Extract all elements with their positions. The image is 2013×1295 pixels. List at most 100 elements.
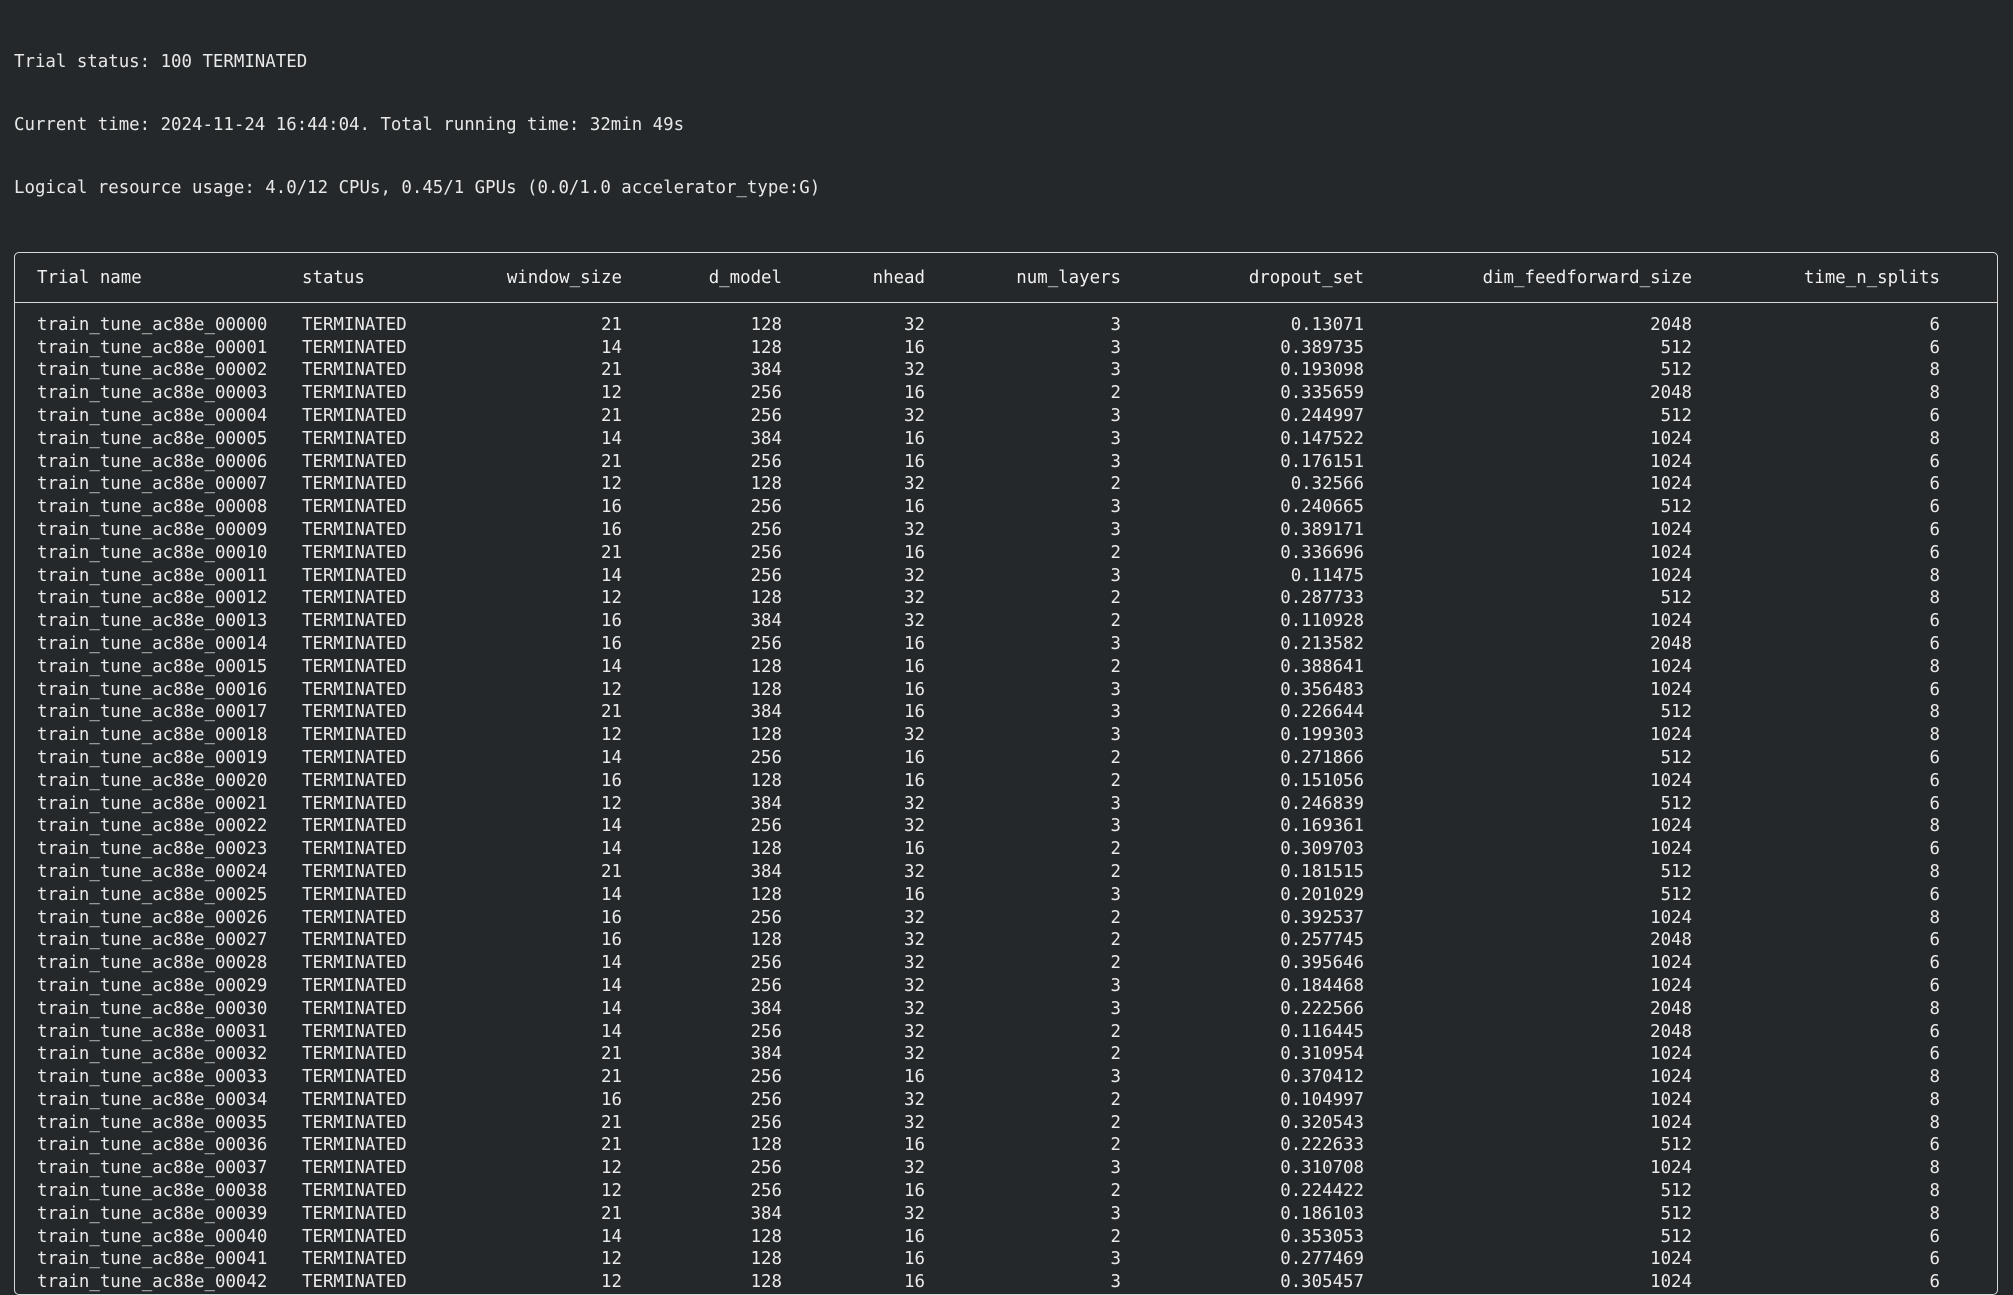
cell-nhead: 32 (810, 975, 951, 998)
cell-time-n-splits: 8 (1750, 1180, 1982, 1203)
cell-trial-name: train_tune_ac88e_00017 (15, 701, 302, 724)
cell-time-n-splits: 8 (1750, 1112, 1982, 1135)
cell-status: TERMINATED (302, 701, 462, 724)
cell-num-layers: 3 (951, 975, 1179, 998)
cell-dropout-set: 0.13071 (1179, 302, 1402, 336)
cell-d-model: 384 (652, 428, 810, 451)
cell-num-layers: 3 (951, 793, 1179, 816)
cell-dropout-set: 0.335659 (1179, 382, 1402, 405)
table-row: train_tune_ac88e_00004TERMINATED21256323… (15, 405, 1998, 428)
cell-dim-feedforward-size: 1024 (1402, 679, 1750, 702)
cell-nhead: 32 (810, 793, 951, 816)
cell-iter: 3062 (1982, 337, 1998, 360)
cell-dropout-set: 0.32566 (1179, 473, 1402, 496)
cell-time-n-splits: 8 (1750, 656, 1982, 679)
cell-dropout-set: 0.388641 (1179, 656, 1402, 679)
cell-time-n-splits: 8 (1750, 565, 1982, 588)
cell-status: TERMINATED (302, 1271, 462, 1294)
cell-dim-feedforward-size: 1024 (1402, 815, 1750, 838)
cell-d-model: 128 (652, 473, 810, 496)
cell-iter: 1500 (1982, 1203, 1998, 1226)
cell-d-model: 256 (652, 382, 810, 405)
cell-dim-feedforward-size: 512 (1402, 793, 1750, 816)
cell-window-size: 16 (462, 907, 652, 930)
cell-status: TERMINATED (302, 884, 462, 907)
cell-trial-name: train_tune_ac88e_00012 (15, 587, 302, 610)
cell-dim-feedforward-size: 1024 (1402, 952, 1750, 975)
cell-window-size: 16 (462, 519, 652, 542)
cell-dim-feedforward-size: 2048 (1402, 382, 1750, 405)
cell-time-n-splits: 6 (1750, 679, 1982, 702)
cell-d-model: 384 (652, 793, 810, 816)
cell-time-n-splits: 6 (1750, 542, 1982, 565)
cell-nhead: 16 (810, 382, 951, 405)
cell-dim-feedforward-size: 1024 (1402, 1089, 1750, 1112)
cell-num-layers: 3 (951, 405, 1179, 428)
cell-iter: 1500 (1982, 907, 1998, 930)
cell-dropout-set: 0.222633 (1179, 1134, 1402, 1157)
cell-window-size: 12 (462, 587, 652, 610)
cell-trial-name: train_tune_ac88e_00025 (15, 884, 302, 907)
trials-table-body: train_tune_ac88e_00000TERMINATED21128323… (15, 302, 1998, 1294)
cell-iter: 2912 (1982, 382, 1998, 405)
cell-window-size: 14 (462, 337, 652, 360)
cell-num-layers: 2 (951, 542, 1179, 565)
cell-num-layers: 2 (951, 1089, 1179, 1112)
cell-time-n-splits: 6 (1750, 975, 1982, 998)
cell-status: TERMINATED (302, 565, 462, 588)
cell-num-layers: 3 (951, 701, 1179, 724)
cell-dim-feedforward-size: 2048 (1402, 998, 1750, 1021)
cell-iter: 3119 (1982, 815, 1998, 838)
cell-time-n-splits: 8 (1750, 428, 1982, 451)
cell-dim-feedforward-size: 1024 (1402, 1112, 1750, 1135)
cell-d-model: 256 (652, 1180, 810, 1203)
cell-time-n-splits: 6 (1750, 610, 1982, 633)
cell-time-n-splits: 6 (1750, 337, 1982, 360)
cell-d-model: 256 (652, 565, 810, 588)
cell-nhead: 16 (810, 542, 951, 565)
cell-time-n-splits: 6 (1750, 473, 1982, 496)
table-row: train_tune_ac88e_00033TERMINATED21256163… (15, 1066, 1998, 1089)
cell-trial-name: train_tune_ac88e_00029 (15, 975, 302, 998)
cell-dropout-set: 0.151056 (1179, 770, 1402, 793)
cell-dropout-set: 0.201029 (1179, 884, 1402, 907)
cell-nhead: 32 (810, 907, 951, 930)
table-row: train_tune_ac88e_00017TERMINATED21384163… (15, 701, 1998, 724)
cell-status: TERMINATED (302, 405, 462, 428)
cell-window-size: 16 (462, 496, 652, 519)
cell-nhead: 32 (810, 929, 951, 952)
cell-iter: 1500 (1982, 405, 1998, 428)
cell-dim-feedforward-size: 512 (1402, 359, 1750, 382)
cell-window-size: 21 (462, 701, 652, 724)
cell-dropout-set: 0.181515 (1179, 861, 1402, 884)
cell-window-size: 14 (462, 975, 652, 998)
table-row: train_tune_ac88e_00040TERMINATED14128162… (15, 1226, 1998, 1249)
cell-trial-name: train_tune_ac88e_00018 (15, 724, 302, 747)
column-header-dim-feedforward-size: dim_feedforward_size (1402, 253, 1750, 302)
table-header-row: Trial name status window_size d_model nh… (15, 253, 1998, 302)
cell-status: TERMINATED (302, 1066, 462, 1089)
table-row: train_tune_ac88e_00015TERMINATED14128162… (15, 656, 1998, 679)
cell-dropout-set: 0.392537 (1179, 907, 1402, 930)
cell-trial-name: train_tune_ac88e_00007 (15, 473, 302, 496)
cell-time-n-splits: 8 (1750, 701, 1982, 724)
cell-dropout-set: 0.240665 (1179, 496, 1402, 519)
cell-trial-name: train_tune_ac88e_00020 (15, 770, 302, 793)
cell-num-layers: 3 (951, 815, 1179, 838)
cell-dim-feedforward-size: 512 (1402, 405, 1750, 428)
table-row: train_tune_ac88e_00012TERMINATED12128322… (15, 587, 1998, 610)
cell-dim-feedforward-size: 1024 (1402, 770, 1750, 793)
cell-iter: 1500 (1982, 724, 1998, 747)
cell-status: TERMINATED (302, 793, 462, 816)
cell-num-layers: 3 (951, 633, 1179, 656)
cell-d-model: 384 (652, 861, 810, 884)
cell-d-model: 128 (652, 724, 810, 747)
cell-dropout-set: 0.389171 (1179, 519, 1402, 542)
cell-status: TERMINATED (302, 496, 462, 519)
cell-num-layers: 3 (951, 1066, 1179, 1089)
cell-num-layers: 3 (951, 565, 1179, 588)
cell-dropout-set: 0.356483 (1179, 679, 1402, 702)
cell-dim-feedforward-size: 2048 (1402, 929, 1750, 952)
cell-trial-name: train_tune_ac88e_00041 (15, 1248, 302, 1271)
table-row: train_tune_ac88e_00030TERMINATED14384323… (15, 998, 1998, 1021)
